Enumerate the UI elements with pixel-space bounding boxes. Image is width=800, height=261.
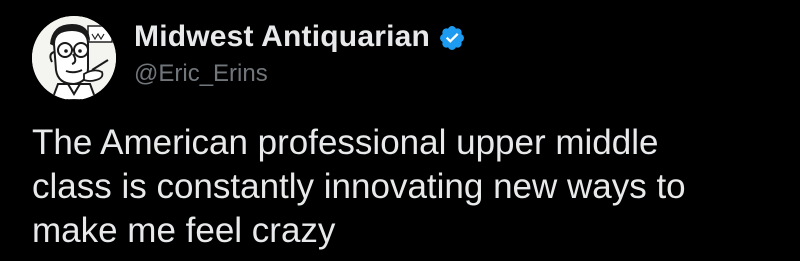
author-display-name[interactable]: Midwest Antiquarian bbox=[134, 18, 430, 56]
tweet-text: The American professional upper middle c… bbox=[32, 121, 782, 253]
cartoon-man-avatar-icon bbox=[32, 16, 116, 100]
author-handle[interactable]: @Eric_Erins bbox=[134, 58, 780, 90]
tweet-header: Midwest Antiquarian @Eric_Erins bbox=[134, 18, 780, 90]
tweet-text-line: The American professional upper middle bbox=[32, 123, 659, 162]
avatar[interactable] bbox=[32, 16, 116, 100]
tweet-card: Midwest Antiquarian @Eric_Erins The Amer… bbox=[0, 0, 800, 261]
tweet-text-line: class is constantly innovating new ways … bbox=[32, 167, 686, 206]
name-row: Midwest Antiquarian bbox=[134, 18, 780, 56]
verified-badge-icon bbox=[438, 24, 466, 52]
tweet-text-line: make me feel crazy bbox=[32, 211, 336, 250]
